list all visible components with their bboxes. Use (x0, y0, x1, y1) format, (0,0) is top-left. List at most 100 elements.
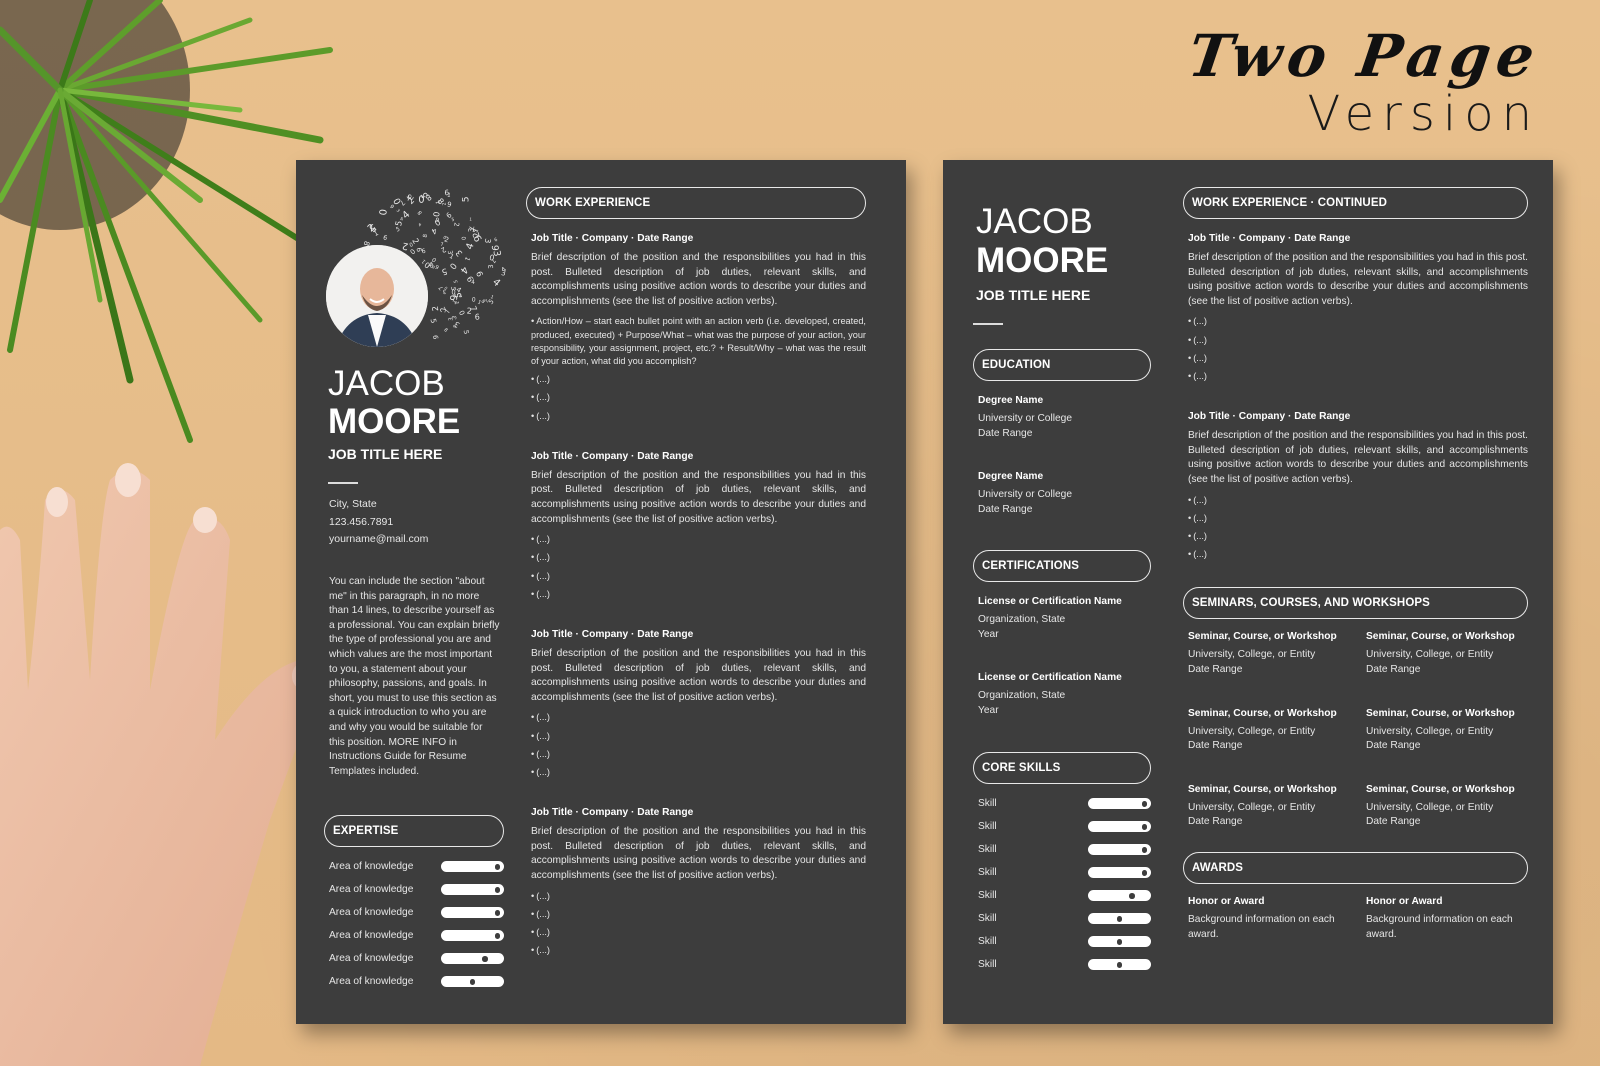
core-skills-section: CORE SKILLS Skill Skill Skill Skill Skill Ski… (973, 752, 1151, 976)
expertise-heading: EXPERTISE (324, 815, 504, 847)
headline-script: Two Page (1184, 22, 1545, 90)
level-bar (441, 976, 504, 987)
job-bullet: (...) (531, 410, 866, 423)
number-glyph: 1 (469, 217, 473, 222)
skills-list: Skill Skill Skill Skill Skill Skill Skill Skill (973, 792, 1151, 976)
number-glyph: 3 (452, 315, 459, 320)
level-row: Skill (973, 930, 1151, 953)
level-label: Skill (978, 821, 997, 832)
level-label: Skill (978, 867, 997, 878)
level-bar (441, 907, 504, 918)
job-bullet: (...) (531, 570, 866, 583)
level-label: Area of knowledge (329, 861, 414, 872)
number-glyph: 9 (493, 236, 498, 243)
entry-title: Degree Name (978, 471, 1044, 483)
level-row: Area of knowledge (324, 855, 504, 878)
job-bullet: (...) (1188, 370, 1528, 383)
job-bullet: (...) (531, 908, 866, 921)
level-row: Skill (973, 907, 1151, 930)
entry-line1: University or College (978, 413, 1072, 424)
level-dot (1116, 916, 1122, 922)
level-dot (494, 864, 501, 870)
award-title: Honor or Award (1366, 895, 1443, 907)
entry-line1: Organization, State (978, 614, 1066, 625)
entry: Degree Name University or College Date Ran… (973, 471, 1151, 517)
level-row: Area of knowledge (324, 924, 504, 947)
seminar-entity: University, College, or Entity (1188, 725, 1316, 737)
level-dot (1129, 893, 1135, 899)
level-label: Skill (978, 936, 997, 947)
headline: Two Page Version (1185, 22, 1545, 142)
entry-title: Degree Name (978, 395, 1044, 406)
name-last: MOORE (976, 241, 1109, 280)
number-glyph: 5 (453, 279, 459, 283)
number-glyph: 5 (449, 286, 457, 291)
job-title: Job Title · Company · Date Range (531, 233, 694, 244)
award-desc: Background information on each award. (1188, 913, 1335, 940)
job-entry: Job Title · Company · Date Range Brief de… (526, 807, 866, 957)
seminar-entry: Seminar, Course, or Workshop University, … (1366, 631, 1528, 677)
job-bullet: (...) (531, 926, 866, 939)
profile-photo (326, 245, 428, 347)
name-first: JACOB (976, 202, 1093, 241)
job-bullet: Action/How – start each bullet point wit… (531, 315, 866, 368)
job-title: JOB TITLE HERE (328, 446, 443, 462)
number-glyph: 0 (418, 195, 424, 206)
job-bullet: (...) (531, 730, 866, 743)
core-skills-heading: CORE SKILLS (973, 752, 1151, 784)
job-title: Job Title · Company · Date Range (1188, 233, 1351, 244)
seminar-title: Seminar, Course, or Workshop (1366, 783, 1515, 795)
number-glyph: 3 (487, 264, 495, 269)
page2-main: WORK EXPERIENCE · CONTINUED Job Title · … (1183, 187, 1528, 960)
level-row: Area of knowledge (324, 970, 504, 993)
number-glyph: 2 (430, 306, 440, 312)
seminar-title: Seminar, Course, or Workshop (1366, 707, 1515, 719)
job-description: Brief description of the position and th… (1188, 252, 1528, 307)
seminar-date: Date Range (1188, 663, 1243, 675)
number-glyph: 9 (383, 233, 389, 241)
expertise-section: EXPERTISE Area of knowledge Area of knowl… (324, 815, 504, 993)
level-row: Skill (973, 884, 1151, 907)
number-glyph: 4 (400, 216, 403, 222)
level-dot (494, 933, 501, 939)
work-experience-heading: WORK EXPERIENCE (526, 187, 866, 219)
work-continued-heading: WORK EXPERIENCE · CONTINUED (1183, 187, 1528, 219)
job-bullet: (...) (531, 944, 866, 957)
seminar-entity: University, College, or Entity (1366, 649, 1494, 661)
level-label: Skill (978, 844, 997, 855)
entry-title: License or Certification Name (978, 672, 1122, 684)
contact-info: City, State 123.456.7891 yourname@mail.c… (329, 496, 428, 549)
job-title: Job Title · Company · Date Range (531, 807, 694, 819)
job-bullet: (...) (531, 766, 866, 779)
level-dot (1116, 962, 1122, 968)
headline-sub: Version (1307, 86, 1540, 142)
level-row: Skill (973, 792, 1151, 815)
seminar-entity: University, College, or Entity (1366, 801, 1494, 813)
seminars-heading: SEMINARS, COURSES, AND WORKSHOPS (1183, 587, 1528, 620)
plant-image (0, 0, 333, 443)
level-bar (1088, 890, 1151, 901)
level-bar (441, 861, 504, 872)
level-label: Area of knowledge (329, 953, 414, 964)
number-glyph: 8 (442, 327, 448, 334)
level-bar (441, 930, 504, 941)
certifications-list: License or Certification Name Organizatio… (973, 596, 1151, 718)
level-dot (469, 979, 475, 985)
seminar-title: Seminar, Course, or Workshop (1188, 707, 1337, 719)
number-glyph: 9 (475, 312, 480, 321)
number-glyph: 5 (429, 318, 439, 325)
job-bullet: (...) (531, 711, 866, 724)
level-row: Skill (973, 861, 1151, 884)
job-bullet: (...) (531, 588, 866, 601)
seminar-date: Date Range (1366, 740, 1421, 752)
number-glyph: 0 (471, 295, 475, 302)
number-glyph: 3 (453, 248, 464, 259)
level-label: Skill (978, 890, 997, 901)
level-dot (1141, 824, 1148, 830)
number-glyph: 1 (453, 301, 459, 305)
job-bullet: (...) (531, 373, 866, 386)
level-row: Area of knowledge (324, 947, 504, 970)
job-bullet: (...) (1188, 530, 1528, 543)
level-bar (1088, 867, 1151, 878)
number-glyph: 5 (441, 266, 449, 277)
